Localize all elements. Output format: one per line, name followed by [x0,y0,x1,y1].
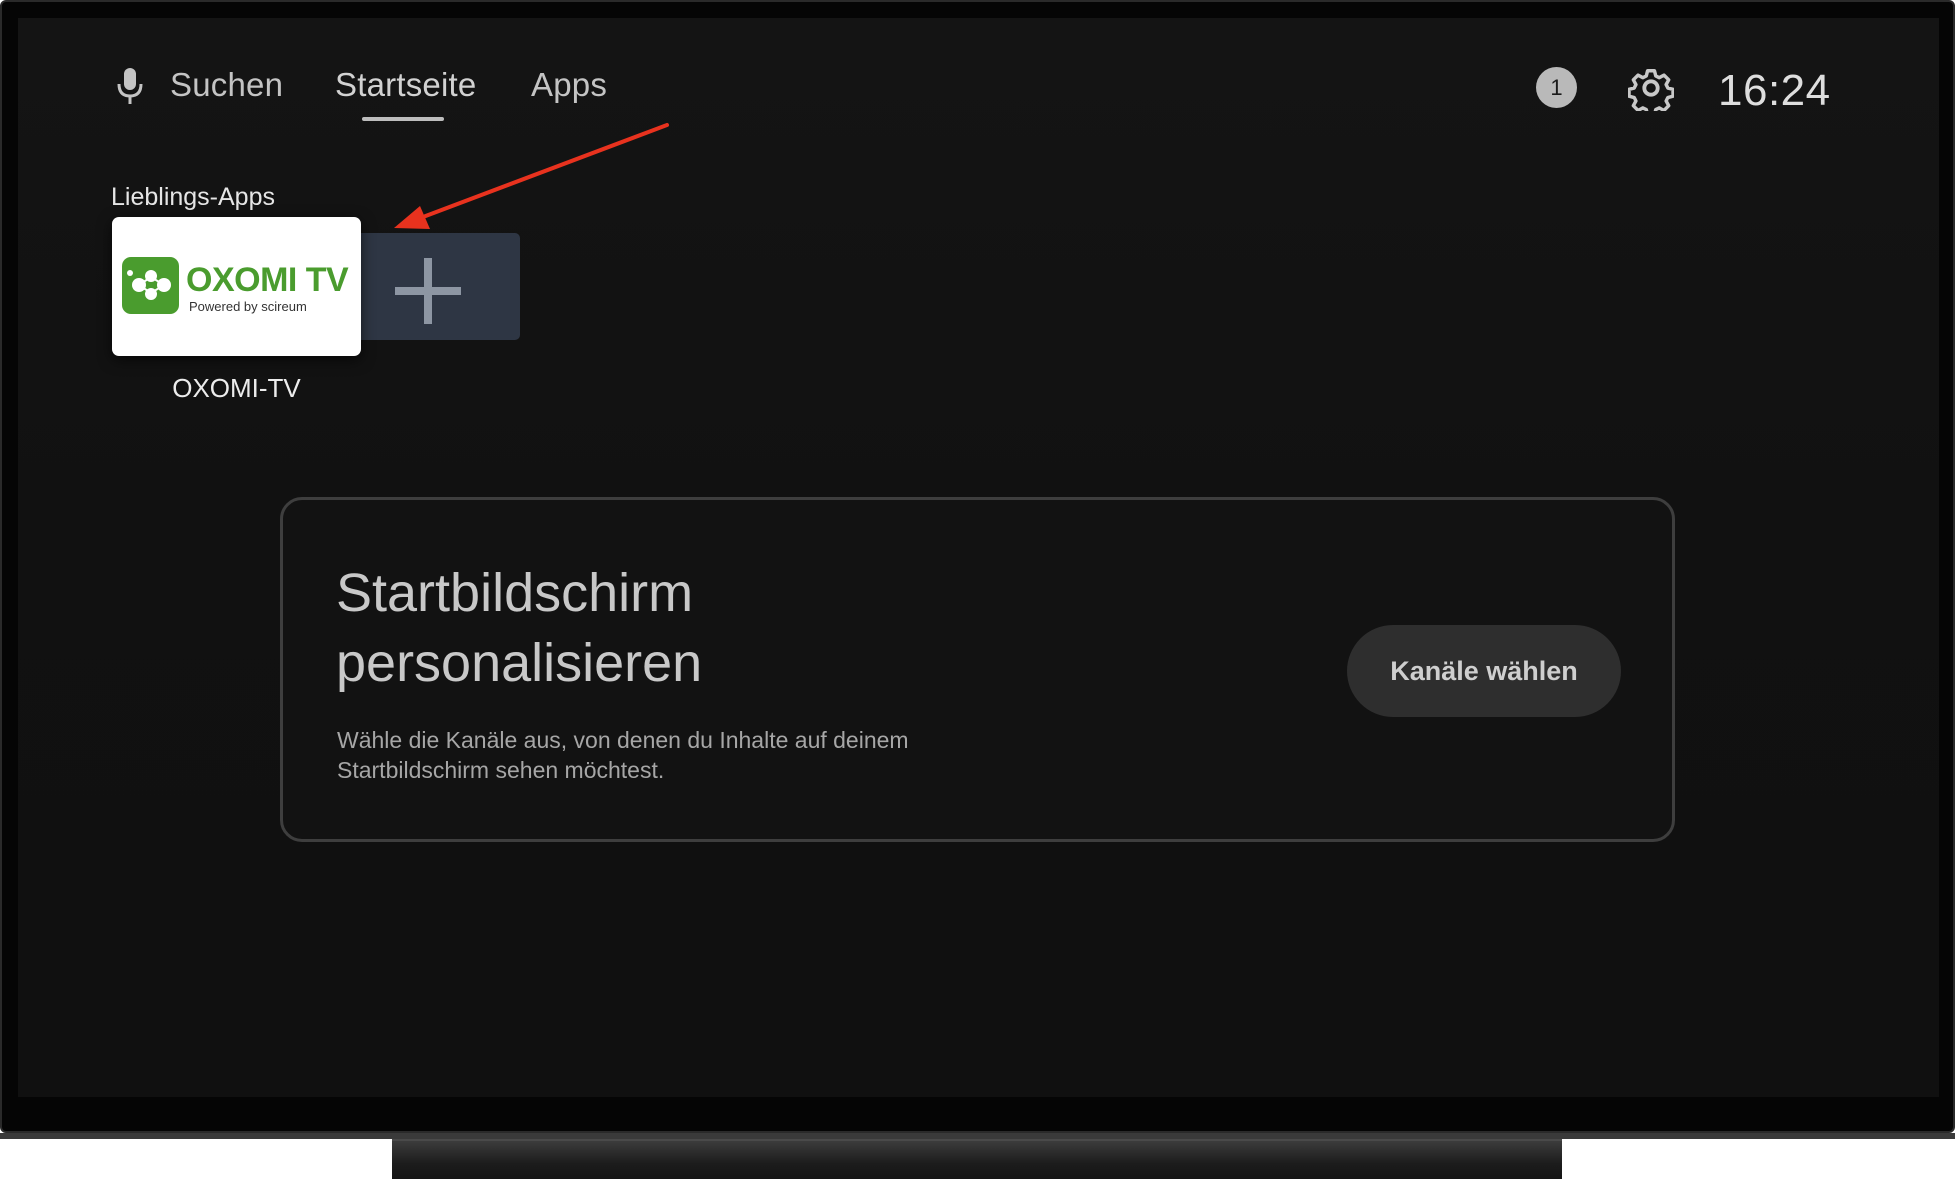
nav-search[interactable]: Suchen [170,66,283,104]
plus-icon [395,258,461,324]
oxomi-tv-app-label: OXOMI-TV [172,373,301,403]
nav-home-tab[interactable]: Startseite [335,66,476,104]
oxomi-logo-subtext: Powered by scireum [189,299,307,314]
clock: 16:24 [1718,66,1831,115]
gear-icon[interactable] [1628,65,1674,111]
card-title-line2: personalisieren [336,633,703,693]
favorites-heading: Lieblings-Apps [111,183,275,211]
nav-apps-tab[interactable]: Apps [531,66,607,104]
microphone-icon[interactable] [115,66,145,106]
card-title: Startbildschirm personalisieren [336,558,1136,698]
tv-stand [392,1139,1562,1179]
oxomi-logo-icon [122,257,179,314]
choose-channels-button[interactable]: Kanäle wählen [1347,625,1621,717]
oxomi-tv-app-tile[interactable]: OXOMI TV Powered by scireum [112,217,361,356]
annotation-arrow [394,123,669,229]
card-description: Wähle die Kanäle aus, von denen du Inhal… [337,727,909,783]
card-title-line1: Startbildschirm [336,563,694,623]
oxomi-logo-text: OXOMI TV [186,261,349,299]
notification-badge[interactable]: 1 [1536,67,1577,108]
